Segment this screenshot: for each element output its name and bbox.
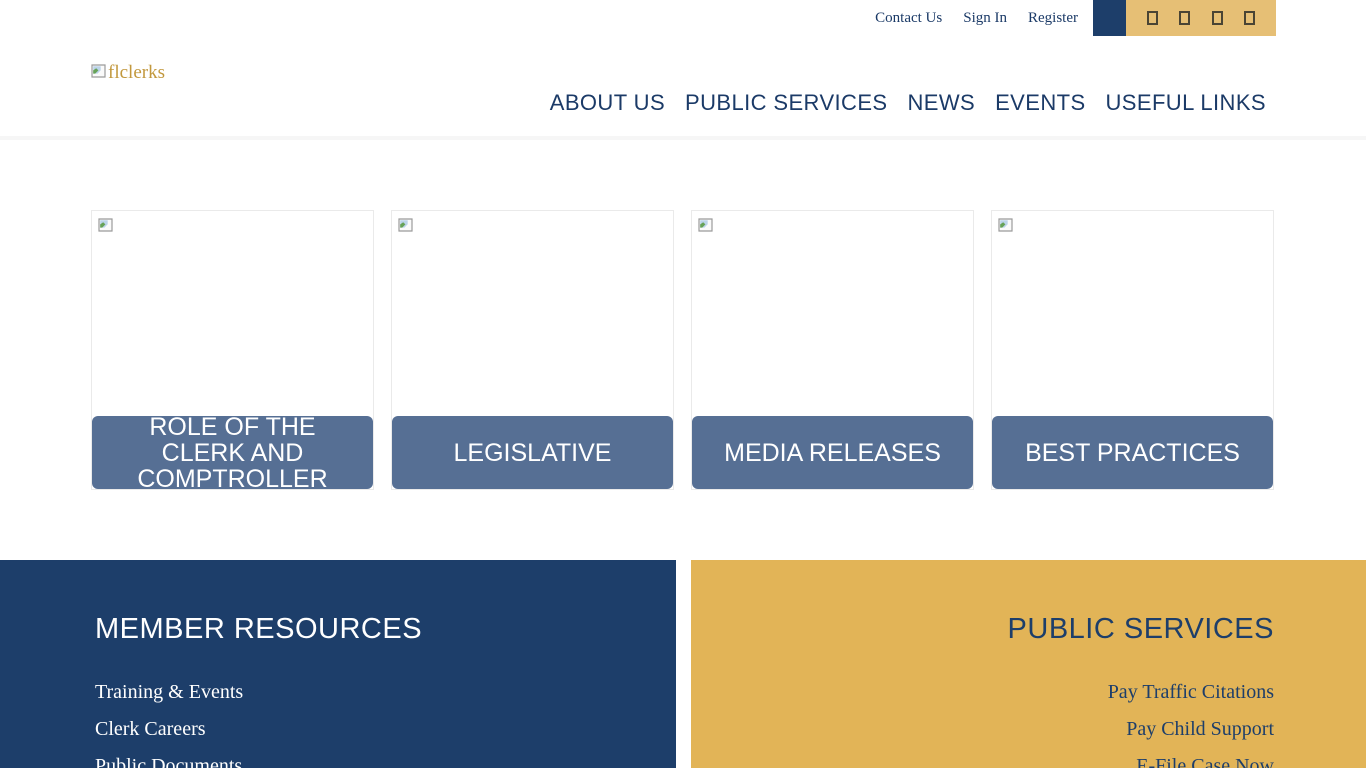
card-label: BEST PRACTICES: [1025, 440, 1240, 466]
card-best-practices[interactable]: BEST PRACTICES: [991, 210, 1274, 490]
footer-panels: MEMBER RESOURCES Training & Events Clerk…: [0, 560, 1366, 768]
nav-news[interactable]: NEWS: [907, 90, 975, 115]
register-link[interactable]: Register: [1028, 10, 1078, 27]
link-training-events[interactable]: Training & Events: [95, 681, 243, 703]
card-label: LEGISLATIVE: [454, 440, 612, 466]
social-icons-bar: [1126, 0, 1276, 36]
member-resources-panel: MEMBER RESOURCES Training & Events Clerk…: [0, 560, 676, 768]
broken-image-icon: [698, 217, 714, 233]
card-legislative[interactable]: LEGISLATIVE: [391, 210, 674, 490]
sign-in-link[interactable]: Sign In: [963, 10, 1007, 27]
link-clerk-careers[interactable]: Clerk Careers: [95, 718, 206, 740]
card-media-releases[interactable]: MEDIA RELEASES: [691, 210, 974, 490]
card-label: MEDIA RELEASES: [724, 440, 941, 466]
top-utility-bar: Contact Us Sign In Register: [0, 0, 1366, 36]
public-services-title: PUBLIC SERVICES: [691, 615, 1274, 644]
card-label: ROLE OF THE CLERK AND COMPTROLLER: [106, 416, 359, 489]
feature-cards: ROLE OF THE CLERK AND COMPTROLLER LEGISL…: [91, 210, 1366, 490]
site-logo[interactable]: flclerks: [91, 62, 165, 84]
main-nav: ABOUT US PUBLIC SERVICES NEWS EVENTS USE…: [550, 90, 1266, 116]
card-label-band[interactable]: MEDIA RELEASES: [692, 416, 973, 489]
public-services-links: Pay Traffic Citations Pay Child Support …: [691, 674, 1274, 768]
card-role-of-the-clerk[interactable]: ROLE OF THE CLERK AND COMPTROLLER: [91, 210, 374, 490]
card-label-band[interactable]: LEGISLATIVE: [392, 416, 673, 489]
broken-image-icon: [98, 217, 114, 233]
link-pay-child-support[interactable]: Pay Child Support: [1126, 718, 1274, 740]
public-services-panel: PUBLIC SERVICES Pay Traffic Citations Pa…: [691, 560, 1366, 768]
social-icon-2-missing-glyph[interactable]: [1179, 11, 1190, 25]
social-icon-1-missing-glyph[interactable]: [1147, 11, 1158, 25]
member-resources-title: MEMBER RESOURCES: [95, 615, 676, 644]
social-icon-4-missing-glyph[interactable]: [1244, 11, 1255, 25]
logo-alt-text: flclerks: [108, 62, 165, 84]
nav-about-us[interactable]: ABOUT US: [550, 90, 665, 115]
site-header: flclerks ABOUT US PUBLIC SERVICES NEWS E…: [0, 36, 1366, 140]
nav-public-services[interactable]: PUBLIC SERVICES: [685, 90, 887, 115]
member-resources-links: Training & Events Clerk Careers Public D…: [95, 674, 676, 768]
nav-useful-links[interactable]: USEFUL LINKS: [1106, 90, 1266, 115]
link-public-documents[interactable]: Public Documents: [95, 755, 242, 768]
broken-image-icon: [398, 217, 414, 233]
nav-events[interactable]: EVENTS: [995, 90, 1085, 115]
contact-us-link[interactable]: Contact Us: [875, 10, 942, 27]
link-efile-case-now[interactable]: E-File Case Now: [1136, 755, 1274, 768]
search-button[interactable]: [1093, 0, 1126, 36]
broken-image-icon: [91, 63, 107, 79]
link-pay-traffic-citations[interactable]: Pay Traffic Citations: [1108, 681, 1274, 703]
broken-image-icon: [998, 217, 1014, 233]
card-label-band[interactable]: BEST PRACTICES: [992, 416, 1273, 489]
utility-links: Contact Us Sign In Register: [875, 0, 1078, 36]
card-label-band[interactable]: ROLE OF THE CLERK AND COMPTROLLER: [92, 416, 373, 489]
social-icon-3-missing-glyph[interactable]: [1212, 11, 1223, 25]
